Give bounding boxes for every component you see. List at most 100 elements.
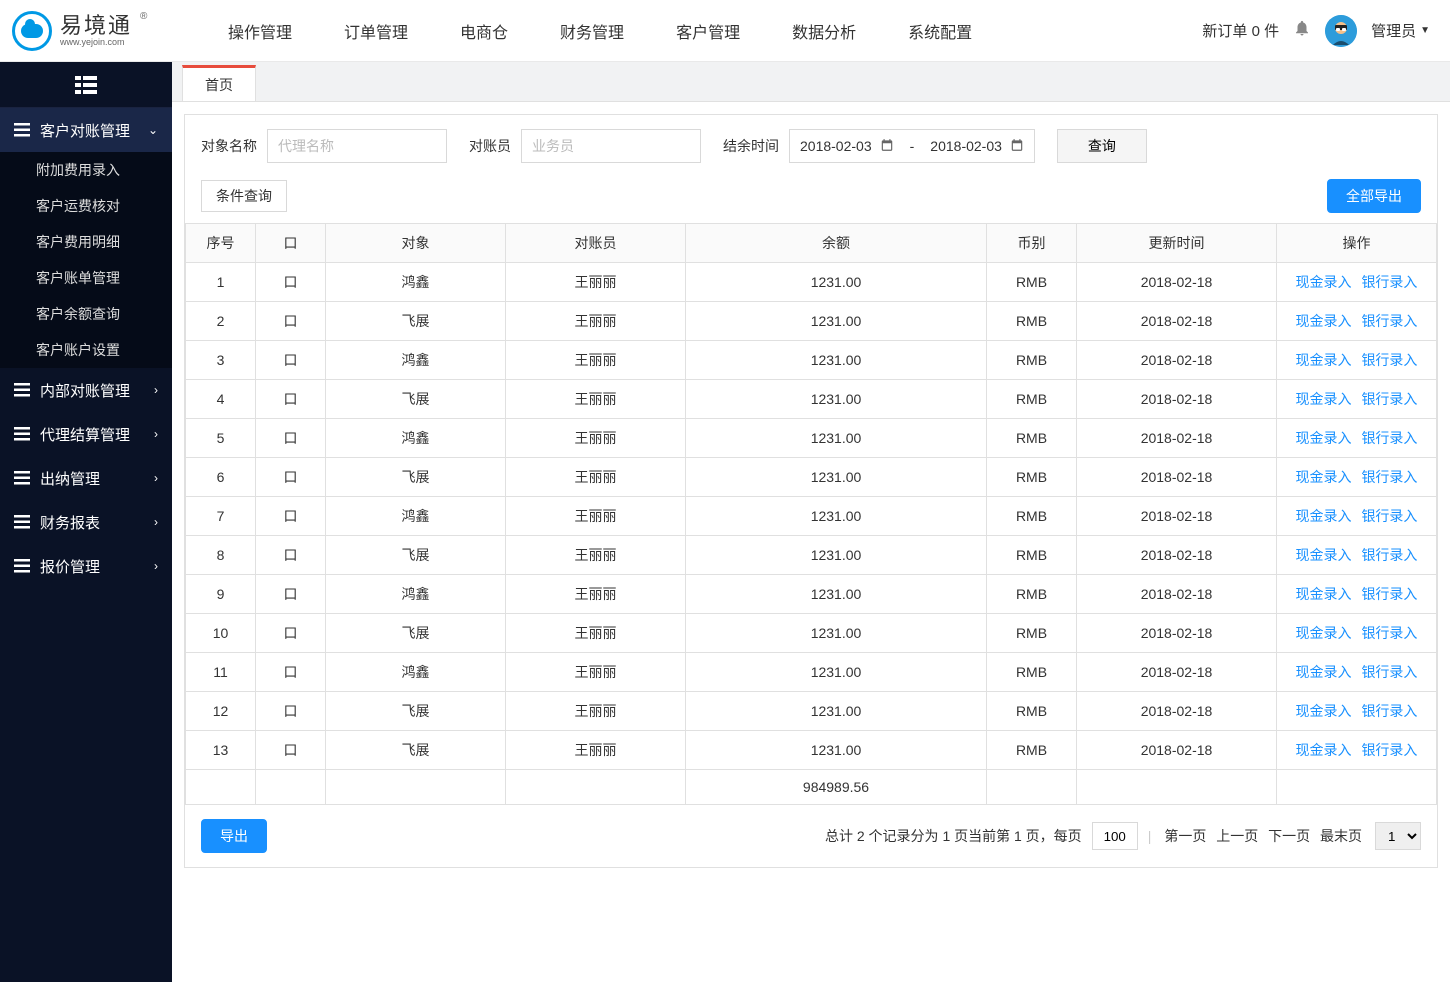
menu-icon — [14, 471, 30, 485]
reconciler-input[interactable] — [521, 129, 701, 163]
topnav-item-0[interactable]: 操作管理 — [202, 0, 318, 62]
cash-entry-link[interactable]: 现金录入 — [1296, 274, 1352, 290]
bank-entry-link[interactable]: 银行录入 — [1361, 391, 1417, 407]
row-checkbox[interactable]: 口 — [256, 302, 326, 341]
logo-icon — [12, 11, 52, 51]
page-select[interactable]: 1 — [1375, 822, 1421, 850]
cash-entry-link[interactable]: 现金录入 — [1296, 313, 1352, 329]
cash-entry-link[interactable]: 现金录入 — [1296, 586, 1352, 602]
menu-icon — [14, 559, 30, 573]
cash-entry-link[interactable]: 现金录入 — [1296, 547, 1352, 563]
th-3: 对账员 — [506, 224, 686, 263]
bank-entry-link[interactable]: 银行录入 — [1361, 703, 1417, 719]
cash-entry-link[interactable]: 现金录入 — [1296, 703, 1352, 719]
menu-group-0[interactable]: 客户对账管理⌄ — [0, 108, 172, 152]
submenu-item-0-5[interactable]: 客户账户设置 — [0, 332, 172, 368]
obj-name-label: 对象名称 — [201, 136, 257, 156]
obj-name-input[interactable] — [267, 129, 447, 163]
bank-entry-link[interactable]: 银行录入 — [1361, 547, 1417, 563]
row-checkbox[interactable]: 口 — [256, 419, 326, 458]
row-checkbox[interactable]: 口 — [256, 575, 326, 614]
chevron-down-icon: ⌄ — [148, 123, 158, 137]
header-right: 新订单 0 件 管理员 ▼ — [1202, 15, 1430, 47]
bank-entry-link[interactable]: 银行录入 — [1361, 352, 1417, 368]
logo[interactable]: 易境通 www.yejoin.com ® — [12, 11, 172, 51]
bank-entry-link[interactable]: 银行录入 — [1361, 274, 1417, 290]
cash-entry-link[interactable]: 现金录入 — [1296, 664, 1352, 680]
bank-entry-link[interactable]: 银行录入 — [1361, 508, 1417, 524]
cash-entry-link[interactable]: 现金录入 — [1296, 352, 1352, 368]
bank-entry-link[interactable]: 银行录入 — [1361, 313, 1417, 329]
new-orders-text[interactable]: 新订单 0 件 — [1202, 20, 1279, 41]
sidebar-toggle[interactable] — [0, 62, 172, 108]
export-all-button[interactable]: 全部导出 — [1327, 179, 1421, 213]
cash-entry-link[interactable]: 现金录入 — [1296, 625, 1352, 641]
row-checkbox[interactable]: 口 — [256, 497, 326, 536]
row-checkbox[interactable]: 口 — [256, 341, 326, 380]
bank-entry-link[interactable]: 银行录入 — [1361, 625, 1417, 641]
row-checkbox[interactable]: 口 — [256, 614, 326, 653]
pagination-summary: 总计 2 个记录分为 1 页当前第 1 页，每页 — [825, 826, 1082, 846]
submenu-item-0-2[interactable]: 客户费用明细 — [0, 224, 172, 260]
topnav-item-1[interactable]: 订单管理 — [318, 0, 434, 62]
row-checkbox[interactable]: 口 — [256, 653, 326, 692]
th-1: 口 — [256, 224, 326, 263]
row-checkbox[interactable]: 口 — [256, 692, 326, 731]
topnav-item-6[interactable]: 系统配置 — [882, 0, 998, 62]
bank-entry-link[interactable]: 银行录入 — [1361, 664, 1417, 680]
per-page-input[interactable] — [1092, 822, 1138, 850]
bank-entry-link[interactable]: 银行录入 — [1361, 469, 1417, 485]
cash-entry-link[interactable]: 现金录入 — [1296, 391, 1352, 407]
row-checkbox[interactable]: 口 — [256, 263, 326, 302]
bell-icon[interactable] — [1293, 19, 1311, 42]
chevron-right-icon: › — [154, 559, 158, 573]
avatar[interactable] — [1325, 15, 1357, 47]
bank-entry-link[interactable]: 银行录入 — [1361, 430, 1417, 446]
tab-home[interactable]: 首页 — [182, 65, 256, 101]
query-button[interactable]: 查询 — [1057, 129, 1147, 163]
bank-entry-link[interactable]: 银行录入 — [1361, 586, 1417, 602]
menu-group-2[interactable]: 代理结算管理› — [0, 412, 172, 456]
export-button[interactable]: 导出 — [201, 819, 267, 853]
date-range-picker[interactable]: 2018-02-03 - 2018-02-03 — [789, 129, 1035, 163]
menu-group-3[interactable]: 出纳管理› — [0, 456, 172, 500]
menu-group-1[interactable]: 内部对账管理› — [0, 368, 172, 412]
submenu-item-0-0[interactable]: 附加费用录入 — [0, 152, 172, 188]
table-row: 10口飞展王丽丽1231.00RMB2018-02-18现金录入 银行录入 — [186, 614, 1437, 653]
page-first[interactable]: 第一页 — [1164, 828, 1206, 844]
table-row: 9口鸿鑫王丽丽1231.00RMB2018-02-18现金录入 银行录入 — [186, 575, 1437, 614]
cash-entry-link[interactable]: 现金录入 — [1296, 742, 1352, 758]
user-role-dropdown[interactable]: 管理员 ▼ — [1371, 20, 1430, 41]
page-next[interactable]: 下一页 — [1268, 828, 1310, 844]
cash-entry-link[interactable]: 现金录入 — [1296, 469, 1352, 485]
reconciler-label: 对账员 — [469, 136, 511, 156]
topnav: 操作管理订单管理电商仓财务管理客户管理数据分析系统配置 — [202, 0, 998, 62]
th-6: 更新时间 — [1077, 224, 1277, 263]
cash-entry-link[interactable]: 现金录入 — [1296, 508, 1352, 524]
topnav-item-2[interactable]: 电商仓 — [434, 0, 534, 62]
row-checkbox[interactable]: 口 — [256, 380, 326, 419]
condition-query-button[interactable]: 条件查询 — [201, 180, 287, 212]
page-last[interactable]: 最末页 — [1320, 828, 1362, 844]
submenu-item-0-4[interactable]: 客户余额查询 — [0, 296, 172, 332]
topnav-item-3[interactable]: 财务管理 — [534, 0, 650, 62]
table-row: 5口鸿鑫王丽丽1231.00RMB2018-02-18现金录入 银行录入 — [186, 419, 1437, 458]
submenu-item-0-3[interactable]: 客户账单管理 — [0, 260, 172, 296]
page-prev[interactable]: 上一页 — [1216, 828, 1258, 844]
row-checkbox[interactable]: 口 — [256, 536, 326, 575]
cash-entry-link[interactable]: 现金录入 — [1296, 430, 1352, 446]
menu-group-4[interactable]: 财务报表› — [0, 500, 172, 544]
menu-icon — [14, 515, 30, 529]
bank-entry-link[interactable]: 银行录入 — [1361, 742, 1417, 758]
row-checkbox[interactable]: 口 — [256, 731, 326, 770]
th-2: 对象 — [326, 224, 506, 263]
menu-group-5[interactable]: 报价管理› — [0, 544, 172, 588]
logo-name: 易境通 — [60, 15, 132, 37]
topnav-item-4[interactable]: 客户管理 — [650, 0, 766, 62]
total-row: 984989.56 — [186, 770, 1437, 805]
pagination: 总计 2 个记录分为 1 页当前第 1 页，每页 | 第一页 上一页 下一页 最… — [825, 822, 1421, 850]
row-checkbox[interactable]: 口 — [256, 458, 326, 497]
calendar-icon — [880, 138, 894, 155]
submenu-item-0-1[interactable]: 客户运费核对 — [0, 188, 172, 224]
topnav-item-5[interactable]: 数据分析 — [766, 0, 882, 62]
